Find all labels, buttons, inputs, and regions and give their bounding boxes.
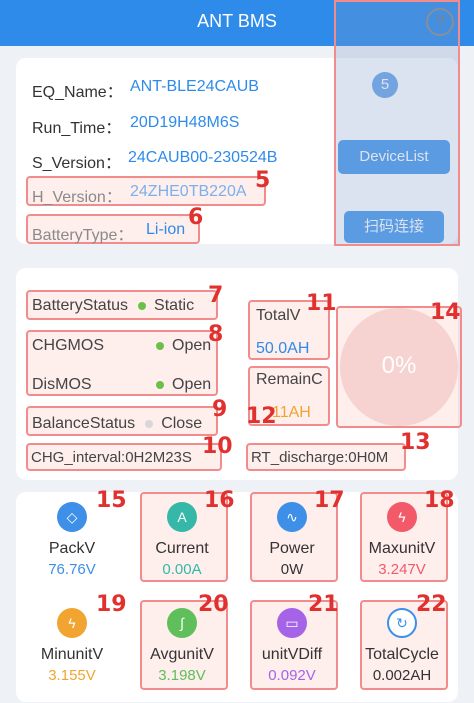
balance-status-label: BalanceStatus <box>32 415 136 432</box>
h-version-value: 24ZHE0TB220A <box>130 183 247 200</box>
dis-mos-label: DisMOS <box>32 376 92 393</box>
dis-mos-value: Open <box>172 376 212 393</box>
eq-name-label: EQ_Name： <box>32 84 123 101</box>
bolt-down-icon: ϟ <box>57 608 87 638</box>
balance-status-row: BalanceStatus Close <box>32 415 202 433</box>
metric-avgunitv: ∫ AvgunitV 3.198V <box>132 608 232 684</box>
annotation-7: 7 <box>208 283 224 308</box>
annotation-20: 20 <box>198 592 229 617</box>
metric-value: 3.198V <box>158 667 206 684</box>
cycle-icon: ↻ <box>387 608 417 638</box>
metric-label: Current <box>155 540 209 557</box>
right-panel-highlight <box>334 0 460 246</box>
chg-mos-label: CHGMOS <box>32 337 104 354</box>
metric-label: unitVDiff <box>261 646 323 663</box>
annotation-15: 15 <box>96 488 127 513</box>
metric-label: TotalCycle <box>365 646 439 663</box>
battery-status-row: BatteryStatus Static <box>32 297 194 315</box>
annotation-5: 5 <box>255 168 271 193</box>
annotation-8: 8 <box>208 322 224 347</box>
diamond-icon: ◇ <box>57 502 87 532</box>
rt-discharge-text: RT_discharge:0H0M <box>251 449 389 466</box>
metric-label: AvgunitV <box>150 646 214 663</box>
pulse-icon: ∿ <box>277 502 307 532</box>
metric-value: 0.00A <box>162 561 202 578</box>
s-version-value: 24CAUB00-230524B <box>128 149 278 166</box>
metric-packv: ◇ PackV 76.76V <box>22 502 122 578</box>
annotation-18: 18 <box>424 488 455 513</box>
annotation-14: 14 <box>430 300 461 325</box>
total-v-label: TotalV <box>256 307 301 324</box>
h-version-label: H_Version： <box>32 189 122 206</box>
eq-name-value: ANT-BLE24CAUB <box>130 78 259 95</box>
metric-maxunitv: ϟ MaxunitV 3.247V <box>352 502 452 578</box>
annotation-19: 19 <box>96 592 127 617</box>
battery-status-value: Static <box>154 297 195 314</box>
annotation-10: 10 <box>202 434 233 459</box>
metric-totalcycle: ↻ TotalCycle 0.002AH <box>352 608 452 684</box>
metric-power: ∿ Power 0W <box>242 502 342 578</box>
metric-value: 0.092V <box>268 667 316 684</box>
dis-mos-row: Open <box>146 376 211 394</box>
remain-value: 11AH <box>272 404 311 421</box>
battery-diff-icon: ▭ <box>277 608 307 638</box>
battery-status-label: BatteryStatus <box>32 297 129 314</box>
wave-icon: ∫ <box>167 608 197 638</box>
s-version-label: S_Version： <box>32 155 121 172</box>
chg-mos-value: Open <box>172 337 212 354</box>
annotation-6: 6 <box>188 205 204 230</box>
balance-status-value: Close <box>161 415 203 432</box>
annotation-13: 13 <box>400 430 431 455</box>
annotation-9: 9 <box>212 397 228 422</box>
metric-label: MaxunitV <box>368 540 436 557</box>
metric-minunitv: ϟ MinunitV 3.155V <box>22 608 122 684</box>
battery-type-label: BatteryType： <box>32 227 134 244</box>
ampere-icon: A <box>167 502 197 532</box>
battery-type-value: Li-ion <box>146 221 186 238</box>
annotation-17: 17 <box>314 488 345 513</box>
bolt-up-icon: ϟ <box>387 502 417 532</box>
metric-label: MinunitV <box>40 646 104 663</box>
chg-mos-row: Open <box>146 337 211 355</box>
annotation-16: 16 <box>204 488 235 513</box>
metric-unitvdiff: ▭ unitVDiff 0.092V <box>242 608 342 684</box>
annotation-11: 11 <box>306 291 337 316</box>
metric-label: PackV <box>48 540 96 557</box>
balance-dot-icon <box>145 419 154 428</box>
annotation-21: 21 <box>308 592 339 617</box>
soc-gauge: 0% <box>340 308 458 426</box>
run-time-label: Run_Time： <box>32 120 122 137</box>
total-v-value: 50.0AH <box>256 340 310 357</box>
dis-mos-dot-icon <box>156 380 164 389</box>
metric-value: 0.002AH <box>372 667 432 684</box>
annotation-12: 12 <box>246 404 277 429</box>
run-time-value: 20D19H48M6S <box>130 114 240 131</box>
metric-value: 0W <box>280 561 304 578</box>
metric-value: 76.76V <box>48 561 96 578</box>
soc-value: 0% <box>381 352 417 379</box>
metric-label: Power <box>269 540 315 557</box>
metric-value: 3.247V <box>378 561 426 578</box>
chg-mos-dot-icon <box>156 341 164 350</box>
status-dot-icon <box>138 301 147 310</box>
remain-label: RemainC <box>256 371 323 388</box>
metric-value: 3.155V <box>48 667 96 684</box>
metric-current: A Current 0.00A <box>132 502 232 578</box>
annotation-22: 22 <box>416 592 447 617</box>
chg-interval-text: CHG_interval:0H2M23S <box>31 449 192 466</box>
